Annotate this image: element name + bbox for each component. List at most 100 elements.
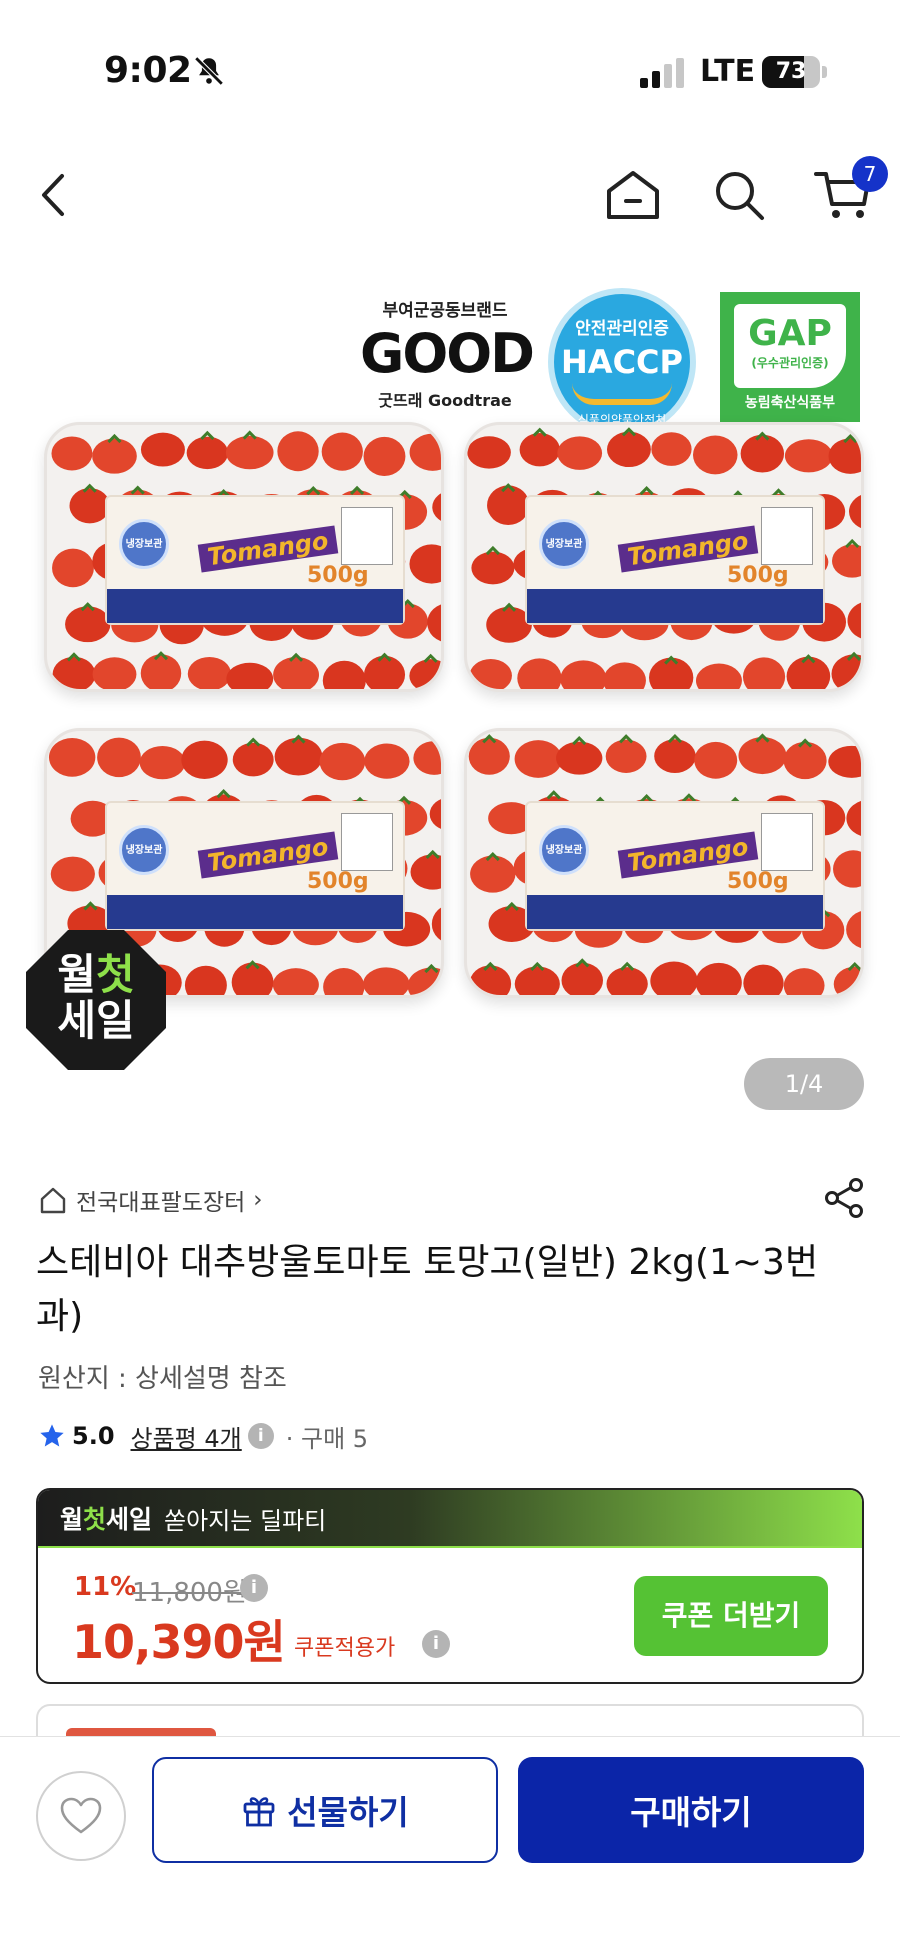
deal-tagline: 쏟아지는 딜파티 — [164, 1506, 327, 1535]
battery-level: 73 — [775, 59, 807, 84]
tomato-shape — [50, 856, 95, 892]
haccp-main-text: HACCP — [561, 343, 683, 381]
tomato-shape — [409, 544, 441, 584]
tomato-shape — [847, 602, 861, 639]
product-origin: 원산지 : 상세설명 참조 — [38, 1364, 287, 1394]
buy-button[interactable]: 구매하기 — [518, 1757, 864, 1863]
info-icon[interactable]: i — [422, 1630, 450, 1658]
info-icon[interactable]: i — [240, 1574, 268, 1602]
search-button[interactable] — [704, 150, 774, 240]
image-pager: 1/4 — [744, 1058, 864, 1110]
gap-certification-mark: GAP (우수관리인증) 농림축산식품부 — [720, 292, 860, 422]
info-icon[interactable]: i — [247, 1423, 274, 1449]
pack-badge: 냉장보관 — [539, 825, 589, 875]
tomato-shape — [277, 431, 319, 472]
tomato-shape — [846, 800, 861, 836]
tomato-shape — [469, 965, 512, 995]
tomato-shape — [607, 431, 651, 468]
tomato-shape — [833, 966, 861, 995]
tomato-shape — [429, 799, 441, 829]
tomato-shape — [272, 968, 319, 995]
monthly-sale-badge: 월첫 세일 — [26, 930, 166, 1070]
tomato-shape — [833, 850, 861, 888]
goodtrae-subtitle: 굿뜨래 Goodtrae — [378, 391, 512, 410]
tomato-shape — [184, 965, 227, 995]
tomato-shape — [743, 964, 784, 995]
gift-button-label: 선물하기 — [287, 1793, 409, 1832]
discount-rate: 11% — [74, 1572, 137, 1602]
deal-header: 월첫세일 쏟아지는 딜파티 — [38, 1490, 862, 1546]
status-bar: 9:02 LTE 73 — [0, 0, 900, 140]
tomato-shape — [410, 854, 441, 890]
goodtrae-brand-caption: 부여군공동브랜드 — [382, 301, 508, 321]
tomato-shape — [514, 740, 562, 778]
tomato-shape — [650, 961, 698, 995]
get-coupon-button[interactable]: 쿠폰 더받기 — [634, 1576, 828, 1656]
tomato-shape — [65, 606, 111, 643]
pack-band — [527, 589, 823, 623]
tomato-shape — [846, 911, 861, 948]
tomato-shape — [519, 432, 560, 467]
tomato-shape — [409, 433, 441, 471]
tomato-shape — [322, 660, 366, 689]
tomato-shape — [363, 436, 406, 476]
goodtrae-logo: 부여군공동브랜드 GOOD 굿뜨래 Goodtrae — [360, 296, 535, 426]
tomato-shape — [695, 962, 742, 995]
tomato-shape — [740, 434, 785, 473]
tomato-shape — [363, 967, 410, 995]
gift-icon — [243, 1797, 275, 1827]
tomato-shape — [603, 662, 646, 689]
tomato-shape — [738, 737, 787, 775]
product-image-carousel[interactable]: 부여군공동브랜드 GOOD 굿뜨래 Goodtrae 안전관리인증 HACCP … — [0, 250, 900, 1145]
top-nav — [0, 150, 900, 240]
deal-brand: 월첫세일 — [60, 1505, 153, 1534]
tomato-shape — [231, 962, 274, 995]
status-time: 9:02 — [104, 50, 192, 91]
deal-body: 11% 11,800원 i 10,390원 쿠폰적용가 i 쿠폰 더받기 — [38, 1546, 862, 1682]
pack-badge: 냉장보관 — [539, 519, 589, 569]
pack-label: 냉장보관 Tomango 500g — [525, 495, 825, 625]
product-title: 스테비아 대추방울토마토 토망고(일반) 2kg(1~3번과) — [36, 1242, 819, 1337]
pack-band — [527, 895, 823, 929]
store-name: 전국대표팔도장터 — [76, 1190, 246, 1216]
bell-slash-icon — [194, 56, 224, 86]
tomato-shape — [742, 657, 786, 689]
rating-score: 5.0 — [72, 1422, 115, 1450]
gap-main-text: GAP — [748, 313, 832, 354]
pack-label: 냉장보관 Tomango 500g — [105, 801, 405, 931]
tomato-shape — [51, 436, 93, 471]
tomato-shape — [517, 658, 562, 689]
tomato-shape — [848, 495, 861, 529]
gift-button[interactable]: 선물하기 — [152, 1757, 498, 1863]
tomato-shape — [92, 438, 137, 474]
store-link[interactable]: 전국대표팔도장터 › — [38, 1180, 262, 1220]
tomato-shape — [654, 739, 696, 773]
home-icon — [607, 171, 659, 219]
tomato-shape — [605, 739, 647, 773]
back-button[interactable] — [18, 150, 88, 240]
cart-count-badge: 7 — [852, 156, 888, 192]
battery-icon: 73 — [762, 56, 820, 88]
pack-info-table — [341, 813, 393, 871]
tomato-shape — [828, 438, 861, 474]
tomato-shape — [69, 488, 110, 524]
tomato-shape — [427, 604, 441, 642]
wishlist-button[interactable] — [36, 1771, 126, 1861]
pack-badge: 냉장보관 — [119, 825, 169, 875]
tomato-shape — [232, 742, 274, 777]
tomato-shape — [92, 657, 137, 689]
pack-info-table — [761, 507, 813, 565]
home-button[interactable] — [598, 150, 668, 240]
tomato-shape — [651, 432, 692, 466]
back-icon — [42, 174, 64, 216]
tomato-shape — [560, 660, 607, 689]
haccp-top-text: 안전관리인증 — [575, 319, 669, 339]
sale-badge-line1: 월첫 — [57, 950, 135, 999]
gap-bottom-text: 농림축산식품부 — [744, 395, 836, 411]
pack-band — [107, 895, 403, 929]
share-button[interactable] — [822, 1176, 866, 1220]
tomato-shape — [225, 435, 274, 470]
store-home-icon — [40, 1187, 66, 1214]
tomato-shape — [413, 741, 441, 775]
reviews-link[interactable]: 상품평 4개 — [131, 1419, 242, 1454]
